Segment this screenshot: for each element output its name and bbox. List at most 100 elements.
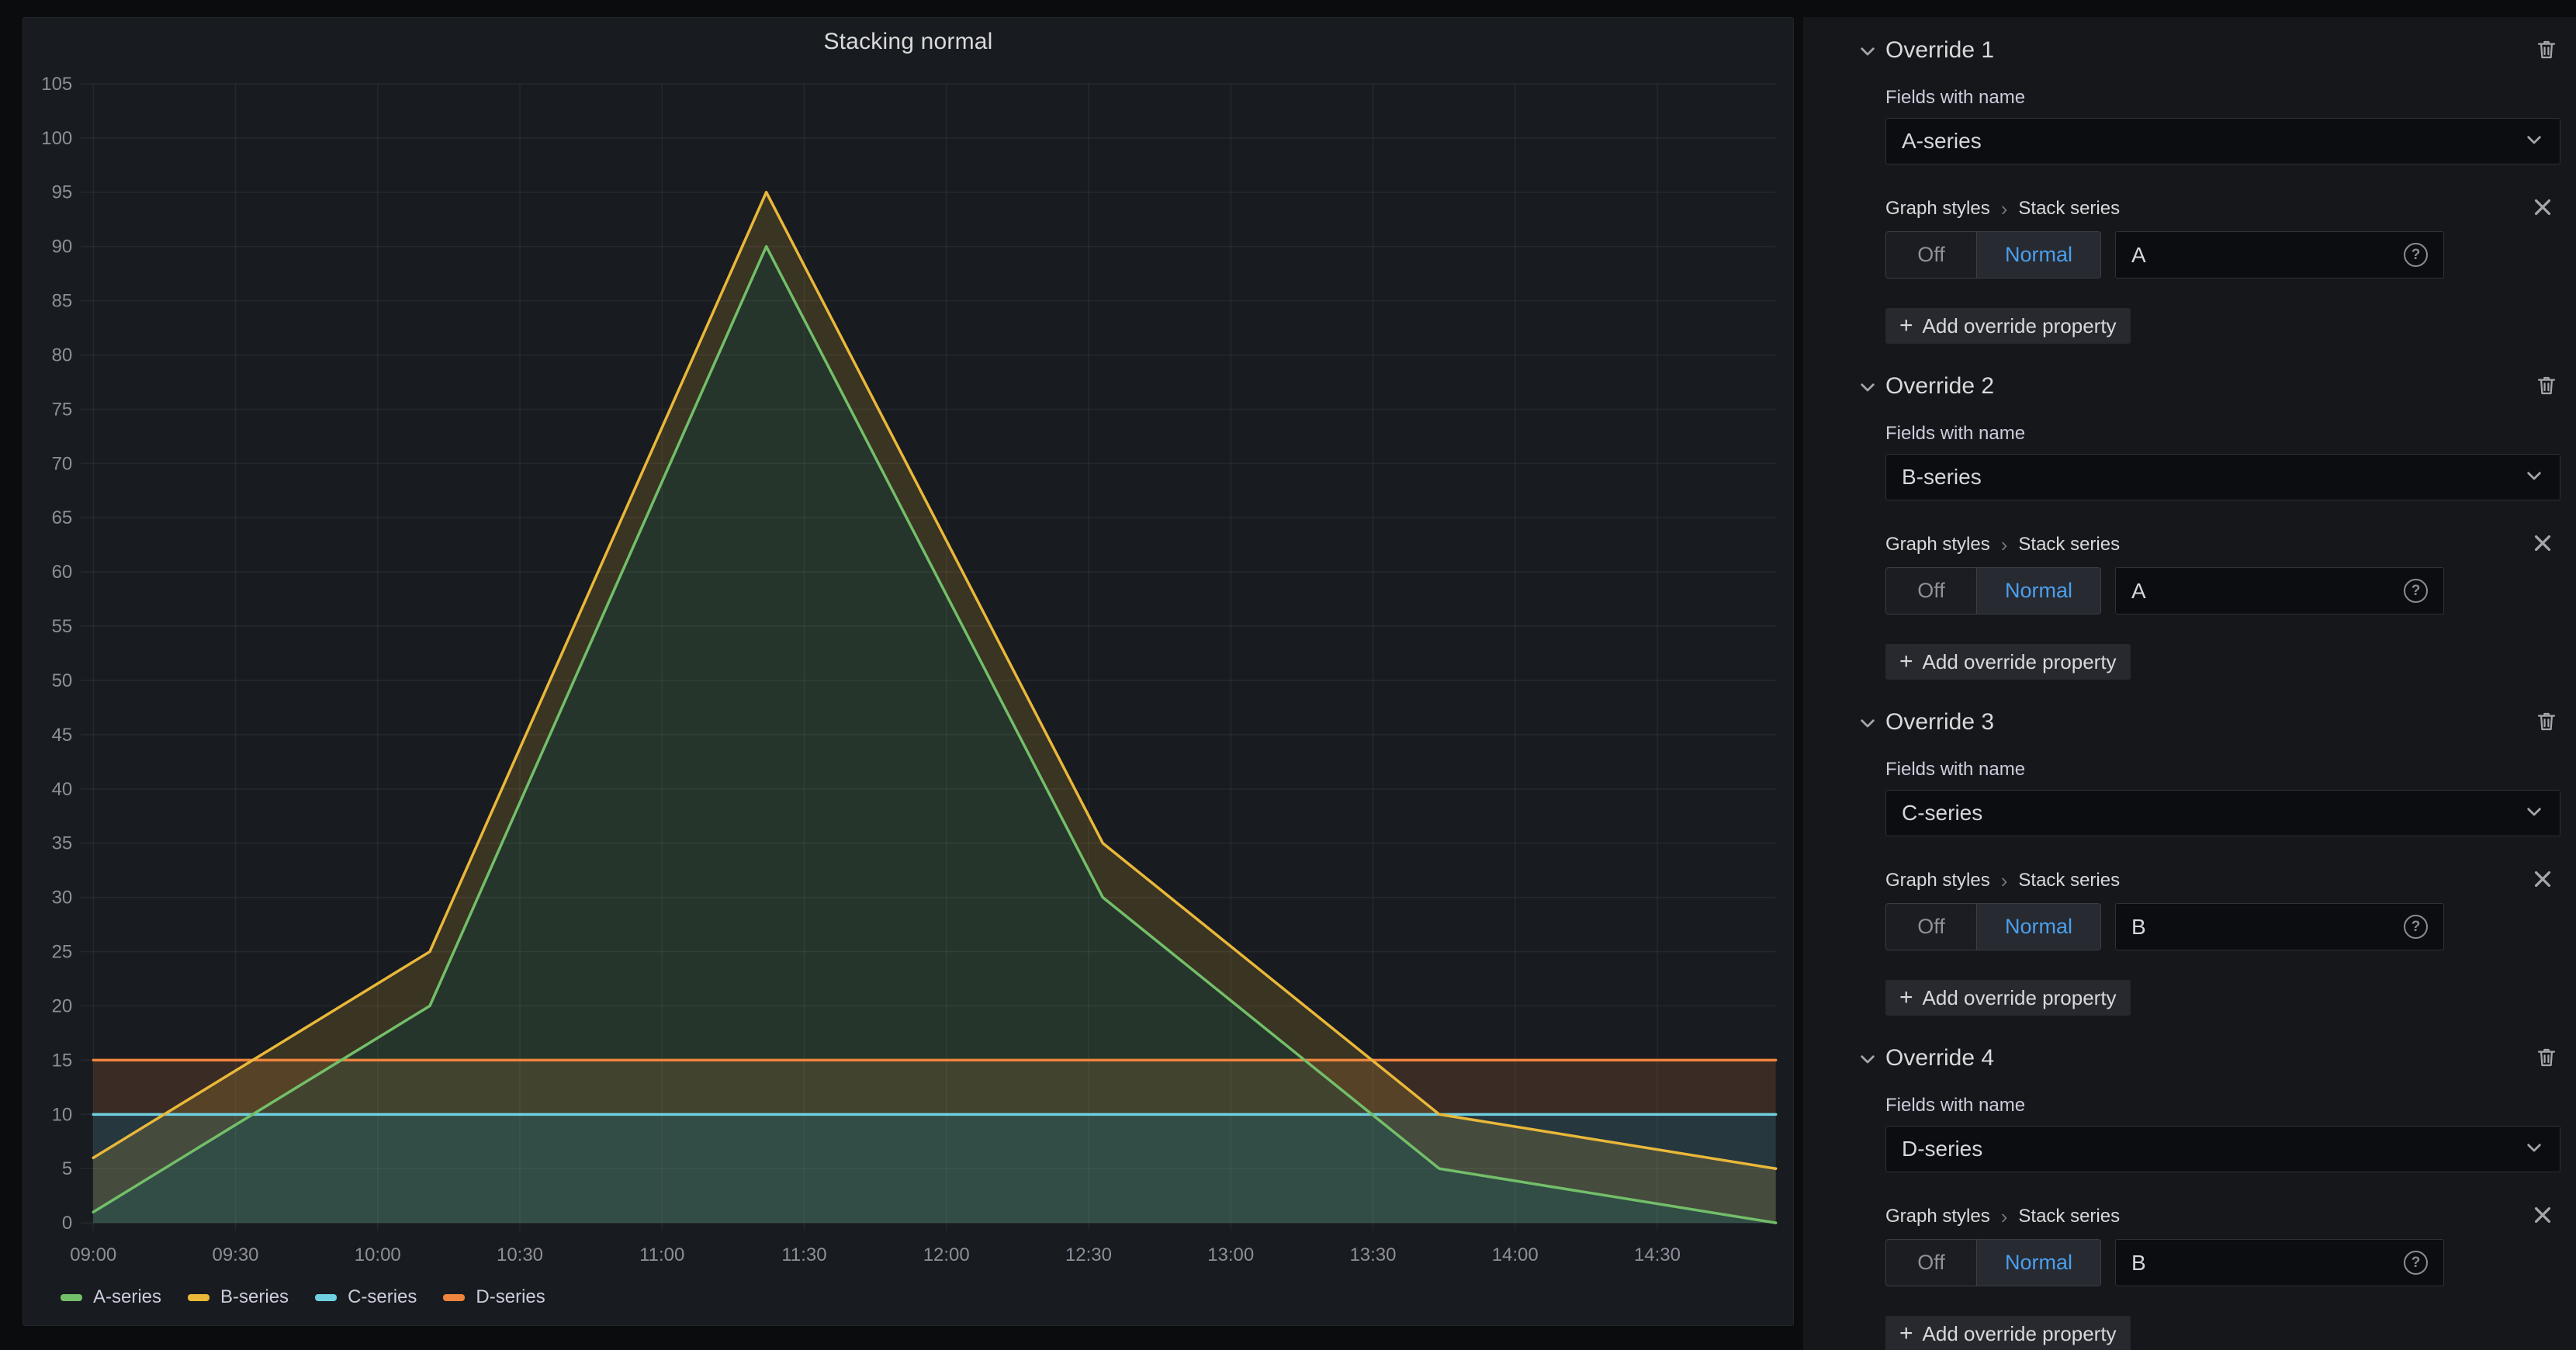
field-name-select[interactable]: B-series xyxy=(1885,454,2560,500)
override-title: Override 3 xyxy=(1885,709,1994,736)
help-icon[interactable]: ? xyxy=(2404,243,2428,267)
chevron-down-icon xyxy=(2524,801,2544,826)
stack-series-label: Stack series xyxy=(2018,1206,2120,1227)
add-override-property-button[interactable]: + Add override property xyxy=(1885,308,2131,344)
help-icon[interactable]: ? xyxy=(2404,915,2428,939)
y-axis-label: 65 xyxy=(52,507,73,528)
stack-group-input[interactable]: B ? xyxy=(2115,1239,2444,1286)
close-icon[interactable] xyxy=(2531,1203,2554,1227)
field-name-select[interactable]: C-series xyxy=(1885,790,2560,836)
add-override-property-button[interactable]: + Add override property xyxy=(1885,644,2131,680)
add-override-property-button[interactable]: + Add override property xyxy=(1885,1316,2131,1350)
stack-series-controls: Off Normal A ? xyxy=(1885,231,2560,279)
stack-normal-button[interactable]: Normal xyxy=(1976,904,2100,950)
add-override-property-label: Add override property xyxy=(1923,314,2117,338)
chevron-down-icon[interactable] xyxy=(1858,377,1878,397)
stack-off-button[interactable]: Off xyxy=(1886,568,1976,614)
x-axis-label: 09:30 xyxy=(213,1244,259,1265)
legend-item-A-series[interactable]: A-series xyxy=(61,1286,161,1308)
fields-with-name-label: Fields with name xyxy=(1885,1095,2560,1116)
stack-group-input[interactable]: B ? xyxy=(2115,903,2444,950)
fields-with-name-label: Fields with name xyxy=(1885,759,2560,781)
legend-item-C-series[interactable]: C-series xyxy=(315,1286,417,1308)
y-axis-label: 100 xyxy=(41,128,72,149)
stack-series-controls: Off Normal A ? xyxy=(1885,567,2560,614)
field-name-value: D-series xyxy=(1902,1137,2524,1161)
x-axis-label: 11:00 xyxy=(639,1244,684,1265)
add-override-property-label: Add override property xyxy=(1923,1322,2117,1346)
override-header: Override 2 xyxy=(1885,372,2560,401)
legend-swatch xyxy=(315,1294,337,1301)
grafana-panel-editor: 0510152025303540455055606570758085909510… xyxy=(0,0,2576,1350)
x-axis-label: 14:00 xyxy=(1492,1244,1539,1265)
y-axis-label: 75 xyxy=(52,399,73,420)
plus-icon: + xyxy=(1899,986,1913,1009)
stack-group-value: B xyxy=(2131,1251,2404,1276)
x-axis-label: 09:00 xyxy=(70,1244,116,1265)
chevron-down-icon[interactable] xyxy=(1858,1049,1878,1069)
chevron-down-icon[interactable] xyxy=(1858,41,1878,61)
stack-series-label: Stack series xyxy=(2018,534,2120,556)
chevron-right-icon: › xyxy=(2001,535,2008,555)
field-overrides-sidebar: Override 1 Fields with name A-series Gra… xyxy=(1803,17,2576,1350)
field-name-select[interactable]: D-series xyxy=(1885,1126,2560,1172)
fields-with-name-label: Fields with name xyxy=(1885,423,2560,445)
legend-item-D-series[interactable]: D-series xyxy=(443,1286,545,1308)
chevron-right-icon: › xyxy=(2001,199,2008,219)
field-name-value: A-series xyxy=(1902,129,2524,154)
close-icon[interactable] xyxy=(2531,531,2554,555)
help-icon[interactable]: ? xyxy=(2404,1251,2428,1275)
y-axis-label: 20 xyxy=(52,995,73,1016)
trash-icon[interactable] xyxy=(2534,373,2559,398)
graph-styles-label: Graph styles xyxy=(1885,534,1990,556)
help-icon[interactable]: ? xyxy=(2404,579,2428,603)
trash-icon[interactable] xyxy=(2534,1045,2559,1070)
chevron-down-icon xyxy=(2524,466,2544,490)
close-icon[interactable] xyxy=(2531,196,2554,219)
stack-group-input[interactable]: A ? xyxy=(2115,567,2444,614)
trash-icon[interactable] xyxy=(2534,709,2559,734)
stack-off-button[interactable]: Off xyxy=(1886,1240,1976,1286)
stack-normal-button[interactable]: Normal xyxy=(1976,568,2100,614)
stack-off-button[interactable]: Off xyxy=(1886,904,1976,950)
stack-mode-radio-group: Off Normal xyxy=(1885,1239,2101,1286)
override-header: Override 4 xyxy=(1885,1044,2560,1073)
stack-series-controls: Off Normal B ? xyxy=(1885,903,2560,950)
panel-title: Stacking normal xyxy=(23,29,1793,55)
overrides-list: Override 1 Fields with name A-series Gra… xyxy=(1885,36,2560,1350)
legend-label: D-series xyxy=(476,1286,545,1308)
field-name-value: B-series xyxy=(1902,465,2524,490)
stack-normal-button[interactable]: Normal xyxy=(1976,232,2100,278)
field-name-value: C-series xyxy=(1902,801,2524,826)
chevron-down-icon[interactable] xyxy=(1858,713,1878,733)
y-axis-label: 15 xyxy=(52,1050,73,1071)
graph-styles-label: Graph styles xyxy=(1885,1206,1990,1227)
x-axis-label: 11:30 xyxy=(781,1244,826,1265)
stack-off-button[interactable]: Off xyxy=(1886,232,1976,278)
stack-series-controls: Off Normal B ? xyxy=(1885,1239,2560,1286)
override-property-row: Graph styles › Stack series xyxy=(1885,1205,2560,1228)
stack-group-value: A xyxy=(2131,243,2404,268)
stacked-area-chart[interactable]: 0510152025303540455055606570758085909510… xyxy=(23,18,1793,1325)
stack-normal-button[interactable]: Normal xyxy=(1976,1240,2100,1286)
legend-item-B-series[interactable]: B-series xyxy=(188,1286,289,1308)
stack-mode-radio-group: Off Normal xyxy=(1885,231,2101,279)
override-property-row: Graph styles › Stack series xyxy=(1885,533,2560,556)
plus-icon: + xyxy=(1899,314,1913,338)
x-axis-label: 12:00 xyxy=(923,1244,970,1265)
y-axis-label: 30 xyxy=(52,888,73,909)
legend-label: B-series xyxy=(220,1286,289,1308)
override-header: Override 3 xyxy=(1885,708,2560,737)
y-axis-label: 60 xyxy=(52,562,73,583)
y-axis-label: 40 xyxy=(52,779,73,800)
legend-swatch xyxy=(443,1294,465,1301)
fields-with-name-label: Fields with name xyxy=(1885,87,2560,109)
y-axis-label: 45 xyxy=(52,725,73,746)
close-icon[interactable] xyxy=(2531,867,2554,891)
graph-styles-label: Graph styles xyxy=(1885,870,1990,891)
add-override-property-button[interactable]: + Add override property xyxy=(1885,980,2131,1016)
override-title: Override 2 xyxy=(1885,373,1994,400)
stack-group-input[interactable]: A ? xyxy=(2115,231,2444,279)
trash-icon[interactable] xyxy=(2534,37,2559,62)
field-name-select[interactable]: A-series xyxy=(1885,118,2560,164)
